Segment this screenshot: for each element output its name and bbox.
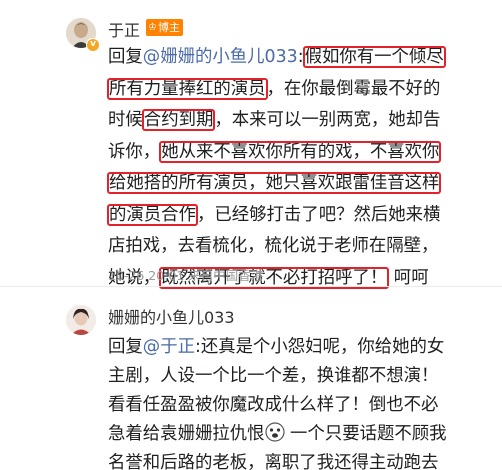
highlighted-text: 合约到期 (141, 109, 216, 131)
comment-text: 回复@姗姗的小鱼儿033:假如你有一个倾尽 所有力量捧红的演员，在你最倒霉最不好… (106, 42, 496, 294)
highlighted-text: 她从来不喜欢你所有的戏，不喜欢你 (159, 140, 442, 163)
comment-line: 所有力量捧红的演员，在你最倒霉最不好的 (107, 77, 441, 100)
mention-link[interactable]: @于正 (143, 337, 195, 357)
comment-line: 时候合约到期，本来可以一别两宽，她却告 (108, 109, 441, 131)
highlighted-text: 假如你有一个倾尽 (302, 46, 446, 68)
avatar[interactable] (66, 305, 96, 335)
comment-line: 主剧，人设一个比一个差，换谁都不想演！ (108, 366, 439, 386)
username[interactable]: 于正 (108, 17, 140, 41)
highlighted-text: 所有力量捧红的演员 (107, 77, 268, 100)
comment-card: v 于正 ♔ 博主 回复@姗姗的小鱼儿033:假如你有一个倾尽 所有力量捧红的演员… (0, 0, 502, 289)
comment-card: 姗姗的小鱼儿033 回复@于正:还真是个小怨妇呢，你给她的女 主剧，人设一个比一… (0, 286, 502, 470)
comment-line: 看看任盈盈被你魔改成什么样了！倒也不必 (108, 395, 439, 415)
comment-text: 回复@于正:还真是个小怨妇呢，你给她的女 主剧，人设一个比一个差，换谁都不想演！… (108, 333, 496, 470)
comment-line: 回复@姗姗的小鱼儿033:假如你有一个倾尽 (108, 46, 446, 68)
comment-line: 回复@于正:还真是个小怨妇呢，你给她的女 (108, 337, 445, 357)
mention-link[interactable]: @姗姗的小鱼儿033 (143, 47, 298, 67)
avatar-icon (66, 305, 96, 335)
crown-icon: ♔ (148, 22, 157, 33)
comment-line: 诉你，她从来不喜欢你所有的戏，不喜欢你 (108, 140, 442, 163)
username[interactable]: 姗姗的小鱼儿033 (108, 304, 235, 328)
blogger-badge: ♔ 博主 (146, 19, 183, 36)
comment-line: 的演员合作，已经够打击了吧？然后她来横 (107, 203, 441, 226)
comment-meta: 10-26 20:01 来自中国香港 (108, 268, 264, 283)
verified-v-icon: v (86, 38, 100, 52)
comment-line: 给她搭的所有演员，她只喜欢跟雷佳音这样 (106, 168, 496, 200)
highlighted-text: 的演员合作 (107, 203, 198, 226)
comment-line: 店拍戏，去看梳化，梳化说于老师在隔壁， (108, 236, 439, 256)
comment-line: 名誉和后路的老板，离职了我还得主动跑去 (108, 453, 439, 470)
scared-face-emoji-icon (264, 422, 285, 442)
comment-line: 急着给袁姗姗拉仇恨 一个只要话题不顾我 (108, 422, 447, 444)
highlighted-text: 给她搭的所有演员，她只喜欢跟雷佳音这样 (106, 172, 442, 194)
